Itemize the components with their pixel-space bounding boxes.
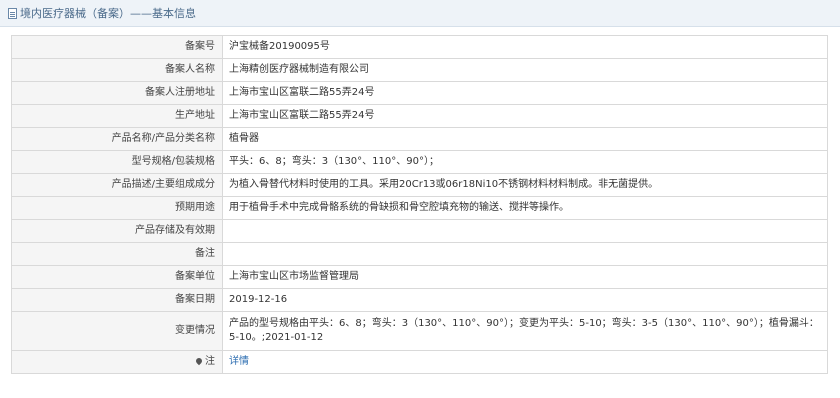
row-label: 变更情况 xyxy=(11,311,223,351)
table-row: 备案人注册地址 上海市宝山区富联二路55弄24号 xyxy=(11,81,828,105)
table-row: 备案人名称 上海精创医疗器械制造有限公司 xyxy=(11,58,828,82)
info-table: 备案号 沪宝械备20190095号 备案人名称 上海精创医疗器械制造有限公司 备… xyxy=(11,35,828,374)
header-bar: 境内医疗器械（备案）——基本信息 xyxy=(0,0,840,27)
row-label: 型号规格/包装规格 xyxy=(11,150,223,174)
row-value: 详情 xyxy=(222,350,828,374)
row-value: 平头：6、8；弯头：3（130°、110°、90°）； xyxy=(222,150,828,174)
row-value: 上海精创医疗器械制造有限公司 xyxy=(222,58,828,82)
table-row: 备案号 沪宝械备20190095号 xyxy=(11,35,828,59)
table-row: 备案日期 2019-12-16 xyxy=(11,288,828,312)
row-label: 备注 xyxy=(11,242,223,266)
table-row: 备案单位 上海市宝山区市场监督管理局 xyxy=(11,265,828,289)
row-value: 产品的型号规格由平头：6、8；弯头：3（130°、110°、90°）；变更为平头… xyxy=(222,311,828,351)
table-row: 备注 xyxy=(11,242,828,266)
table-row: 产品名称/产品分类名称 植骨器 xyxy=(11,127,828,151)
row-label: 备案人注册地址 xyxy=(11,81,223,105)
row-label: 备案号 xyxy=(11,35,223,59)
row-label: 备案人名称 xyxy=(11,58,223,82)
row-label: 备案单位 xyxy=(11,265,223,289)
pin-icon xyxy=(194,356,204,366)
document-icon xyxy=(8,7,17,19)
row-value: 为植入骨替代材料时使用的工具。采用20Cr13或06r18Ni10不锈钢材料材料… xyxy=(222,173,828,197)
table-row: 生产地址 上海市宝山区富联二路55弄24号 xyxy=(11,104,828,128)
row-value: 上海市宝山区富联二路55弄24号 xyxy=(222,104,828,128)
page-title: 境内医疗器械（备案）——基本信息 xyxy=(20,7,196,20)
note-label: 注 xyxy=(205,356,215,367)
row-value: 上海市宝山区市场监督管理局 xyxy=(222,265,828,289)
row-value xyxy=(222,219,828,243)
row-value: 2019-12-16 xyxy=(222,288,828,312)
row-label: 产品描述/主要组成成分 xyxy=(11,173,223,197)
row-label: 产品存储及有效期 xyxy=(11,219,223,243)
table-row: 变更情况 产品的型号规格由平头：6、8；弯头：3（130°、110°、90°）；… xyxy=(11,311,828,351)
row-label: 产品名称/产品分类名称 xyxy=(11,127,223,151)
row-label: 备案日期 xyxy=(11,288,223,312)
row-value: 植骨器 xyxy=(222,127,828,151)
row-label: 生产地址 xyxy=(11,104,223,128)
row-value: 沪宝械备20190095号 xyxy=(222,35,828,59)
table-row: 注 详情 xyxy=(11,350,828,374)
table-row: 产品存储及有效期 xyxy=(11,219,828,243)
row-value: 用于植骨手术中完成骨骼系统的骨缺损和骨空腔填充物的输送、搅拌等操作。 xyxy=(222,196,828,220)
table-row: 型号规格/包装规格 平头：6、8；弯头：3（130°、110°、90°）； xyxy=(11,150,828,174)
row-value: 上海市宝山区富联二路55弄24号 xyxy=(222,81,828,105)
row-value xyxy=(222,242,828,266)
row-label-note: 注 xyxy=(11,350,223,374)
info-panel: 备案号 沪宝械备20190095号 备案人名称 上海精创医疗器械制造有限公司 备… xyxy=(11,35,828,374)
row-label: 预期用途 xyxy=(11,196,223,220)
table-row: 产品描述/主要组成成分 为植入骨替代材料时使用的工具。采用20Cr13或06r1… xyxy=(11,173,828,197)
details-link[interactable]: 详情 xyxy=(229,356,249,367)
table-row: 预期用途 用于植骨手术中完成骨骼系统的骨缺损和骨空腔填充物的输送、搅拌等操作。 xyxy=(11,196,828,220)
